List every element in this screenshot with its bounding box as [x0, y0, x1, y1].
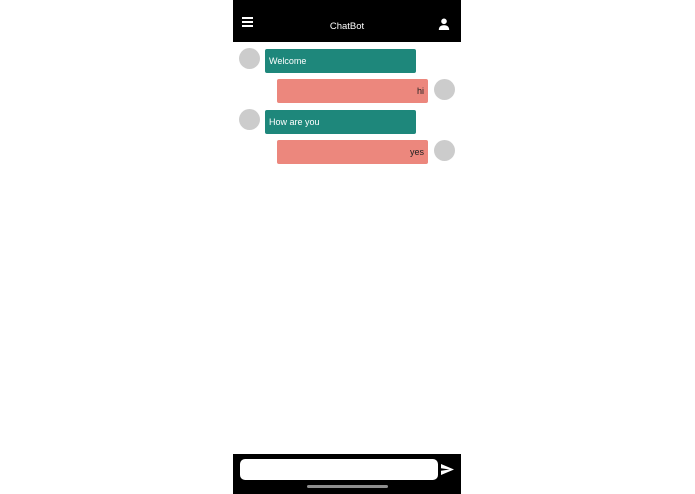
bot-avatar [239, 109, 260, 130]
send-icon[interactable] [440, 462, 455, 477]
bot-message: How are you [265, 110, 416, 134]
user-avatar [434, 79, 455, 100]
page-title: ChatBot [329, 21, 365, 32]
person-icon[interactable] [437, 17, 451, 31]
message-list: Welcome hi How are you yes [233, 42, 461, 454]
message-input[interactable] [240, 459, 438, 480]
home-indicator [307, 485, 388, 488]
user-avatar [434, 140, 455, 161]
composer-bar [233, 454, 461, 494]
bot-message: Welcome [265, 49, 416, 73]
bot-avatar [239, 48, 260, 69]
user-message: yes [277, 140, 428, 164]
app-header: ChatBot [233, 0, 461, 42]
user-message: hi [277, 79, 428, 103]
chat-app: ChatBot Welcome hi How are you yes [233, 0, 461, 494]
